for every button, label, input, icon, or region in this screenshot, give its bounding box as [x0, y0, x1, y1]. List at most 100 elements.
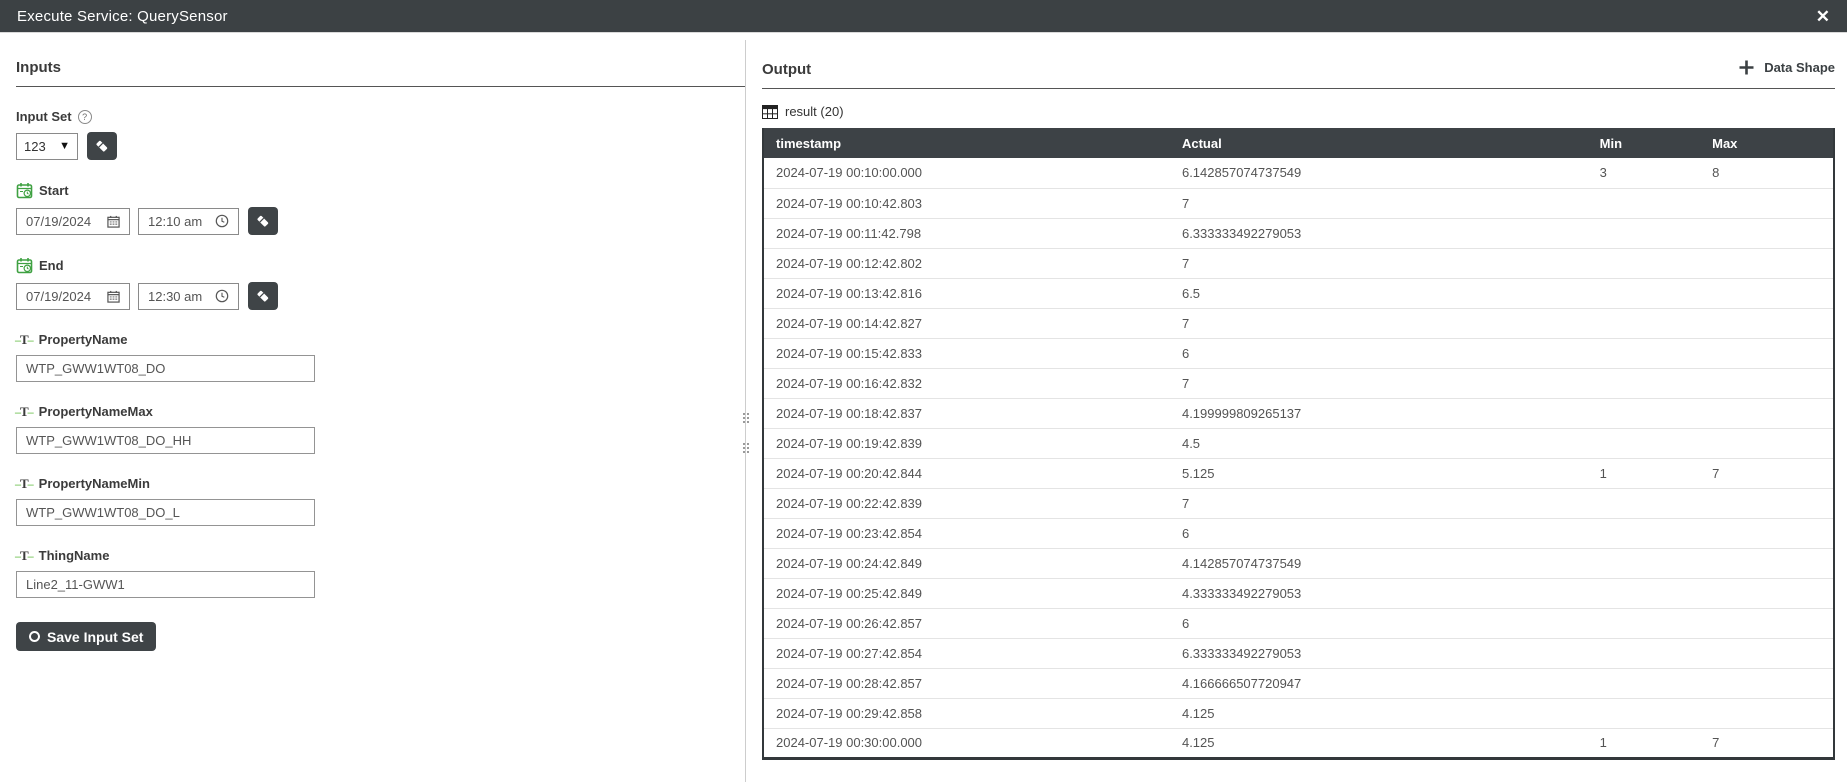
column-header-max: Max — [1700, 128, 1834, 158]
table-cell-max — [1700, 608, 1834, 639]
end-label: End — [39, 258, 64, 273]
clear-start-button[interactable] — [248, 207, 278, 235]
table-cell-max — [1700, 668, 1834, 699]
table-cell-min — [1587, 338, 1701, 369]
propertynamemax-input[interactable] — [16, 427, 315, 454]
clock-icon[interactable] — [215, 289, 229, 303]
table-row: 2024-07-19 00:19:42.839 4.5 — [763, 428, 1834, 459]
table-cell-actual: 7 — [1169, 368, 1588, 399]
divider-drag-handle[interactable] — [743, 443, 751, 453]
dialog-titlebar: Execute Service: QuerySensor ✕ — [0, 0, 1847, 33]
table-cell-timestamp: 2024-07-19 00:25:42.849 — [763, 578, 1170, 609]
divider-drag-handle[interactable] — [743, 413, 751, 423]
table-row: 2024-07-19 00:27:42.854 6.333333492279053 — [763, 638, 1834, 669]
result-table-header-row: timestamp Actual Min Max — [763, 128, 1834, 158]
table-cell-max — [1700, 698, 1834, 729]
input-set-label-row: Input Set ? — [16, 109, 745, 124]
table-cell-min — [1587, 548, 1701, 579]
table-row: 2024-07-19 00:26:42.857 6 — [763, 608, 1834, 639]
table-row: 2024-07-19 00:24:42.849 4.142857074737549 — [763, 548, 1834, 579]
table-row: 2024-07-19 00:15:42.833 6 — [763, 338, 1834, 369]
table-cell-min — [1587, 398, 1701, 429]
start-time-input[interactable]: 12:10 am — [138, 207, 239, 235]
table-cell-max — [1700, 278, 1834, 309]
table-cell-timestamp: 2024-07-19 00:10:42.803 — [763, 188, 1170, 219]
help-icon[interactable]: ? — [77, 109, 92, 124]
table-cell-actual: 7 — [1169, 248, 1588, 279]
table-cell-min — [1587, 698, 1701, 729]
end-time-input[interactable]: 12:30 am — [138, 282, 239, 310]
table-cell-actual: 4.125 — [1169, 698, 1588, 729]
input-set-label: Input Set — [16, 109, 72, 124]
table-row: 2024-07-19 00:13:42.816 6.5 — [763, 278, 1834, 309]
clear-input-set-button[interactable] — [87, 132, 117, 160]
table-cell-min — [1587, 608, 1701, 639]
table-cell-min — [1587, 248, 1701, 279]
table-cell-min — [1587, 278, 1701, 309]
propertynamemin-label: PropertyNameMin — [38, 476, 150, 491]
panel-divider[interactable] — [745, 40, 746, 782]
propertynamemin-input[interactable] — [16, 499, 315, 526]
close-icon[interactable]: ✕ — [1816, 8, 1830, 25]
clear-end-button[interactable] — [248, 282, 278, 310]
table-cell-max: 8 — [1700, 158, 1834, 189]
table-cell-timestamp: 2024-07-19 00:14:42.827 — [763, 308, 1170, 339]
data-shape-button-label: Data Shape — [1764, 60, 1835, 75]
column-header-min: Min — [1587, 128, 1701, 158]
input-set-row: 123 ▼ — [16, 132, 745, 160]
table-row: 2024-07-19 00:23:42.854 6 — [763, 518, 1834, 549]
table-cell-actual: 4.125 — [1169, 728, 1588, 759]
table-row: 2024-07-19 00:25:42.849 4.333333492279053 — [763, 578, 1834, 609]
calendar-icon[interactable] — [107, 290, 120, 303]
table-row: 2024-07-19 00:14:42.827 7 — [763, 308, 1834, 339]
table-cell-timestamp: 2024-07-19 00:19:42.839 — [763, 428, 1170, 459]
output-panel: Output Data Shape result (20) timestamp … — [762, 33, 1835, 760]
table-cell-max — [1700, 218, 1834, 249]
table-cell-min — [1587, 578, 1701, 609]
table-cell-max: 7 — [1700, 728, 1834, 759]
end-row: 07/19/2024 12:30 am — [16, 282, 745, 310]
start-date-input[interactable]: 07/19/2024 — [16, 207, 130, 235]
table-grid-icon — [762, 104, 778, 119]
propertyname-label-row: – T – PropertyName — [15, 332, 745, 347]
table-row: 2024-07-19 00:16:42.832 7 — [763, 368, 1834, 399]
table-cell-max — [1700, 488, 1834, 519]
save-input-set-button[interactable]: Save Input Set — [16, 622, 157, 651]
table-cell-max — [1700, 518, 1834, 549]
table-cell-min — [1587, 488, 1701, 519]
output-heading: Output — [762, 61, 812, 78]
table-cell-actual: 6 — [1169, 518, 1588, 549]
start-label: Start — [39, 183, 69, 198]
table-row: 2024-07-19 00:18:42.837 4.199999809265137 — [763, 398, 1834, 429]
input-set-select[interactable]: 123 ▼ — [16, 132, 78, 160]
table-cell-timestamp: 2024-07-19 00:12:42.802 — [763, 248, 1170, 279]
thingname-input[interactable] — [16, 571, 315, 598]
start-row: 07/19/2024 12:10 am — [16, 207, 745, 235]
execute-service-dialog: Execute Service: QuerySensor ✕ Inputs In… — [0, 0, 1847, 782]
circle-icon — [29, 631, 40, 642]
end-date-input[interactable]: 07/19/2024 — [16, 282, 130, 310]
calendar-icon[interactable] — [107, 215, 120, 228]
eraser-icon — [255, 288, 271, 304]
table-cell-timestamp: 2024-07-19 00:20:42.844 — [763, 458, 1170, 489]
clock-icon[interactable] — [215, 214, 229, 228]
table-cell-actual: 4.142857074737549 — [1169, 548, 1588, 579]
propertynamemax-label: PropertyNameMax — [38, 404, 153, 419]
table-row: 2024-07-19 00:10:00.000 6.142857074737549… — [763, 158, 1834, 189]
result-row: result (20) — [762, 104, 1835, 119]
result-label: result (20) — [785, 104, 844, 119]
table-row: 2024-07-19 00:11:42.798 6.333333492279053 — [763, 218, 1834, 249]
propertyname-input[interactable] — [16, 355, 315, 382]
table-cell-max — [1700, 578, 1834, 609]
table-cell-max — [1700, 398, 1834, 429]
table-cell-actual: 7 — [1169, 488, 1588, 519]
end-date-value: 07/19/2024 — [26, 288, 92, 304]
table-cell-max: 7 — [1700, 458, 1834, 489]
data-shape-button[interactable]: Data Shape — [1738, 59, 1835, 78]
table-cell-timestamp: 2024-07-19 00:27:42.854 — [763, 638, 1170, 669]
table-cell-timestamp: 2024-07-19 00:30:00.000 — [763, 728, 1170, 759]
table-cell-actual: 6.333333492279053 — [1169, 638, 1588, 669]
calendar-clock-icon — [16, 257, 33, 274]
table-cell-actual: 6 — [1169, 608, 1588, 639]
inputs-heading: Inputs — [16, 59, 61, 76]
